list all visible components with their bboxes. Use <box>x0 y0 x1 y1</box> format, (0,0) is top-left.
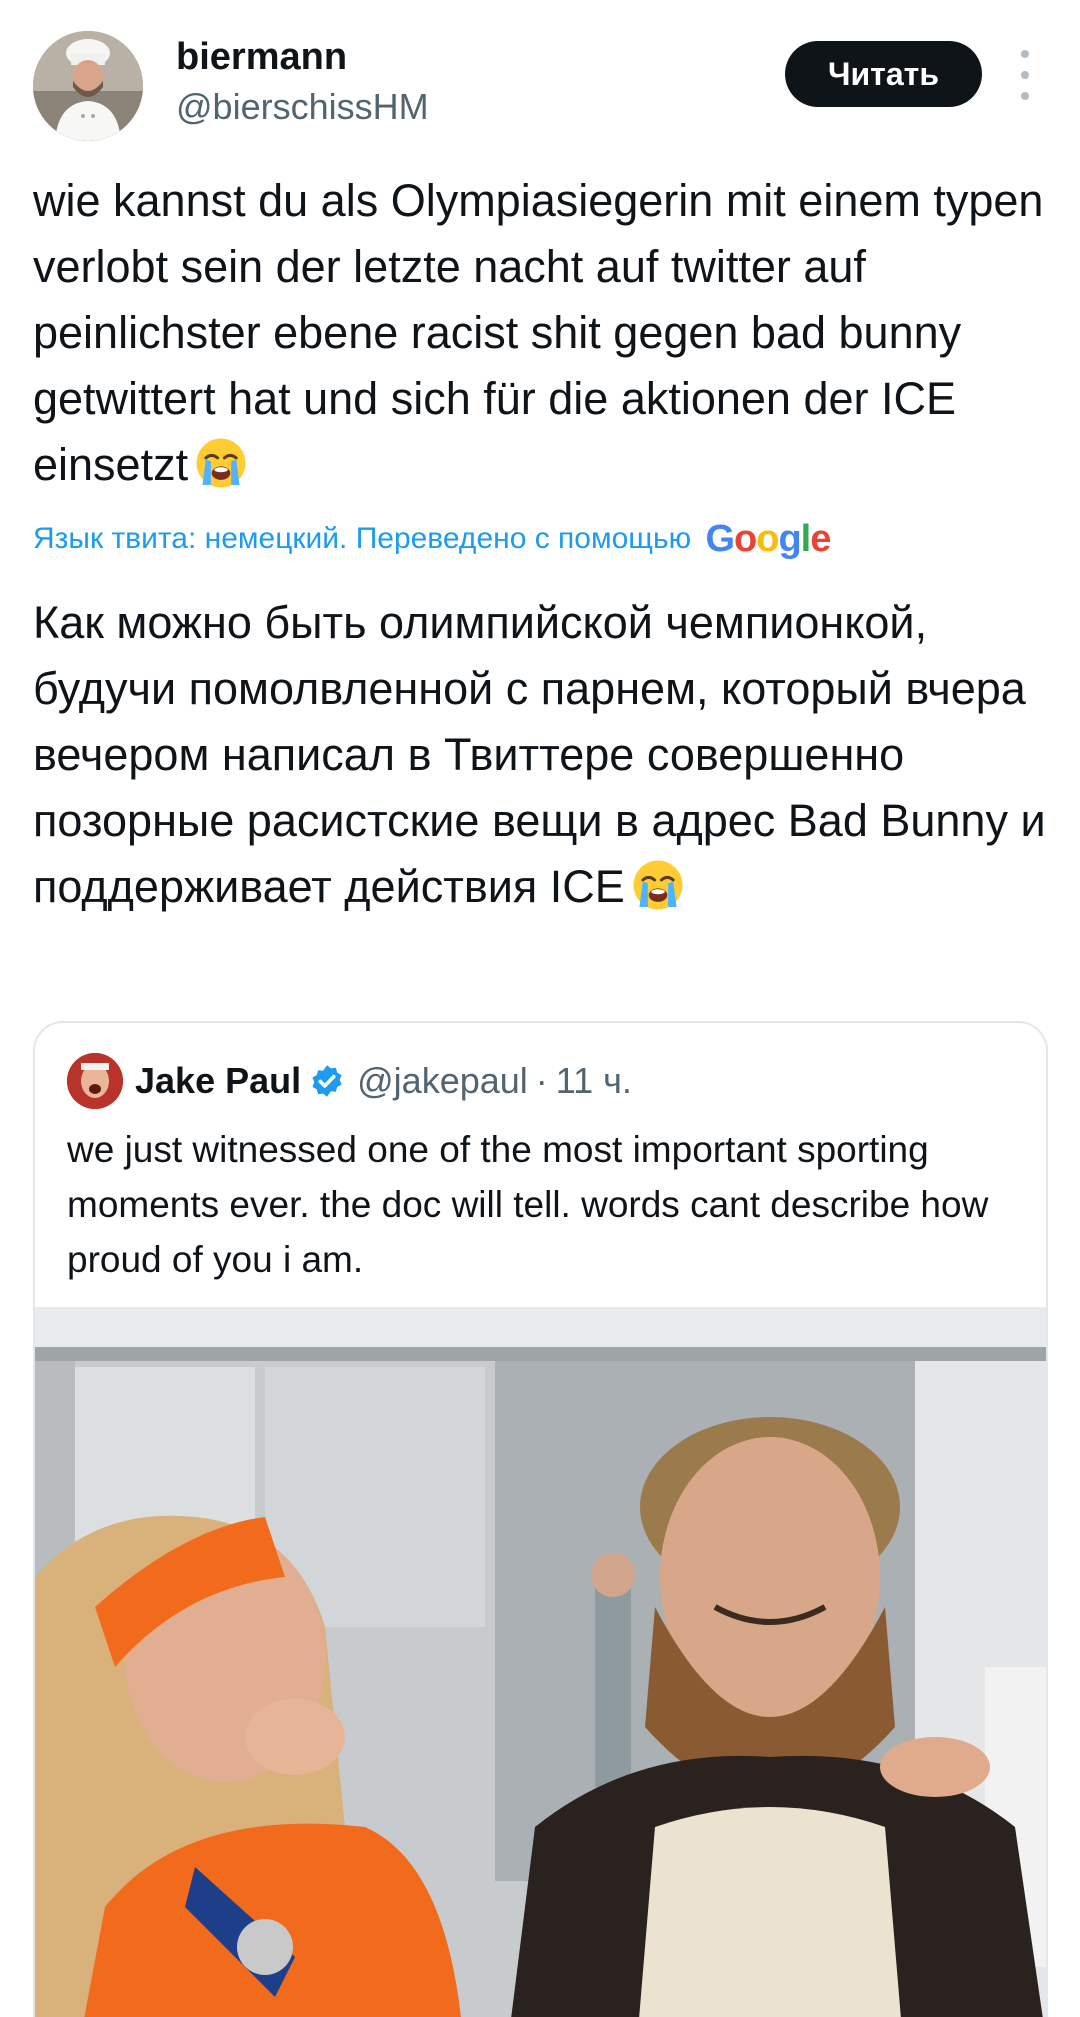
tweet-header: biermann @bierschissHM Читать <box>0 0 1080 150</box>
tweet-photo <box>35 1307 1046 2017</box>
quoted-tweet-time[interactable]: 11 ч. <box>556 1060 632 1102</box>
follow-button[interactable]: Читать <box>785 41 982 107</box>
quoted-author-avatar[interactable] <box>67 1053 123 1109</box>
translated-text: Как можно быть олимпийской чемпионкой, б… <box>33 597 1046 912</box>
loudly-crying-face-emoji <box>196 438 246 488</box>
more-dot <box>1021 71 1029 79</box>
chef-avatar-image <box>33 31 143 141</box>
google-logo: Google <box>705 518 831 560</box>
more-vertical-icon[interactable] <box>1010 50 1040 100</box>
tweet-body: wie kannst du als Olympiasiegerin mit ei… <box>33 168 1053 498</box>
author-avatar[interactable] <box>33 31 143 141</box>
more-dot <box>1021 92 1029 100</box>
quoted-tweet-text: we just witnessed one of the most import… <box>67 1129 989 1280</box>
loudly-crying-face-emoji <box>633 860 683 910</box>
verified-badge-icon <box>312 1065 342 1097</box>
translation-note[interactable]: Язык твита: немецкий. Переведено с помощ… <box>33 518 831 561</box>
quoted-author-name[interactable]: Jake Paul <box>135 1060 301 1102</box>
quoted-tweet-photo[interactable] <box>35 1307 1046 2017</box>
quoted-author-handle[interactable]: @jakepaul <box>357 1060 528 1102</box>
quoted-avatar-image <box>67 1053 123 1109</box>
author-name[interactable]: biermann <box>176 36 347 79</box>
tweet-page: biermann @bierschissHM Читать wie kannst… <box>0 0 1080 2017</box>
quoted-tweet-header: Jake Paul @jakepaul · 11 ч. <box>67 1053 632 1109</box>
translated-body: Как можно быть олимпийской чемпионкой, б… <box>33 590 1053 920</box>
separator-dot: · <box>535 1060 548 1101</box>
tweet-text: wie kannst du als Olympiasiegerin mit ei… <box>33 175 1044 490</box>
more-dot <box>1021 50 1029 58</box>
author-handle[interactable]: @bierschissHM <box>176 86 429 128</box>
translation-note-text: Язык твита: немецкий. Переведено с помощ… <box>33 522 692 555</box>
quoted-tweet-card[interactable]: Jake Paul @jakepaul · 11 ч. we just witn… <box>33 1021 1048 2017</box>
